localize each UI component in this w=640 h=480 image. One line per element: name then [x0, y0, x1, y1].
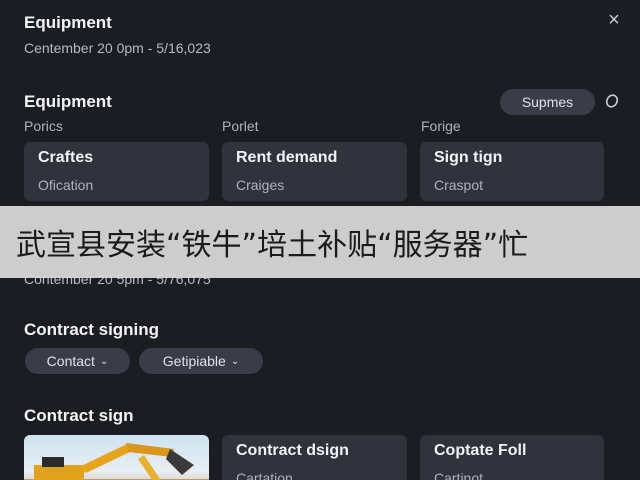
section-title-equipment: Equipment — [24, 92, 112, 111]
column-label-1: Porics — [24, 118, 63, 134]
excavator-illustration — [24, 443, 209, 480]
getipiable-dropdown[interactable]: Getipiable ⌄ — [139, 348, 263, 374]
card-subtitle: Craiges — [236, 177, 285, 193]
card-subtitle: Cartation — [236, 470, 293, 480]
contract-card[interactable]: Contract dsign Cartation — [222, 435, 407, 480]
contact-dropdown[interactable]: Contact ⌄ — [25, 348, 130, 374]
card-subtitle: Cartinot — [434, 470, 484, 480]
card-subtitle: Ofication — [38, 177, 94, 193]
equipment-card[interactable]: Sign tign Craspot — [420, 142, 604, 201]
supplies-button-label: Supmes — [521, 94, 574, 110]
supplies-button[interactable]: Supmes — [500, 89, 595, 115]
chevron-down-icon: ⌄ — [230, 355, 240, 367]
card-title: Coptate Foll — [434, 442, 527, 459]
equipment-card[interactable]: Rent demand Craiges — [222, 142, 407, 201]
column-label-3: Forige — [421, 118, 461, 134]
card-title: Contract dsign — [236, 442, 349, 459]
equipment-card[interactable]: Craftes Ofication — [24, 142, 209, 201]
edit-icon[interactable] — [602, 91, 622, 111]
news-banner: 武宣县安装“铁牛”培土补贴“服务器”忙 — [0, 206, 640, 278]
date-line: Centember 20 0pm - 5/16,023 — [24, 40, 211, 56]
column-label-2: Porlet — [222, 118, 259, 134]
card-subtitle: Craspot — [434, 177, 484, 193]
excavator-image[interactable] — [24, 435, 209, 480]
card-title: Sign tign — [434, 149, 503, 166]
page-title: Equipment — [24, 13, 112, 32]
getipiable-dropdown-label: Getipiable — [162, 353, 226, 369]
section-title-contract-signing: Contract signing — [24, 320, 160, 339]
section-title-contract-sign: Contract sign — [24, 406, 134, 425]
close-icon[interactable]: × — [604, 10, 624, 30]
news-banner-text: 武宣县安装“铁牛”培土补贴“服务器”忙 — [16, 228, 529, 263]
contract-card[interactable]: Coptate Foll Cartinot — [420, 435, 604, 480]
card-title: Craftes — [38, 149, 94, 166]
contact-dropdown-label: Contact — [46, 353, 95, 369]
chevron-down-icon: ⌄ — [99, 355, 109, 367]
card-title: Rent demand — [236, 149, 338, 166]
